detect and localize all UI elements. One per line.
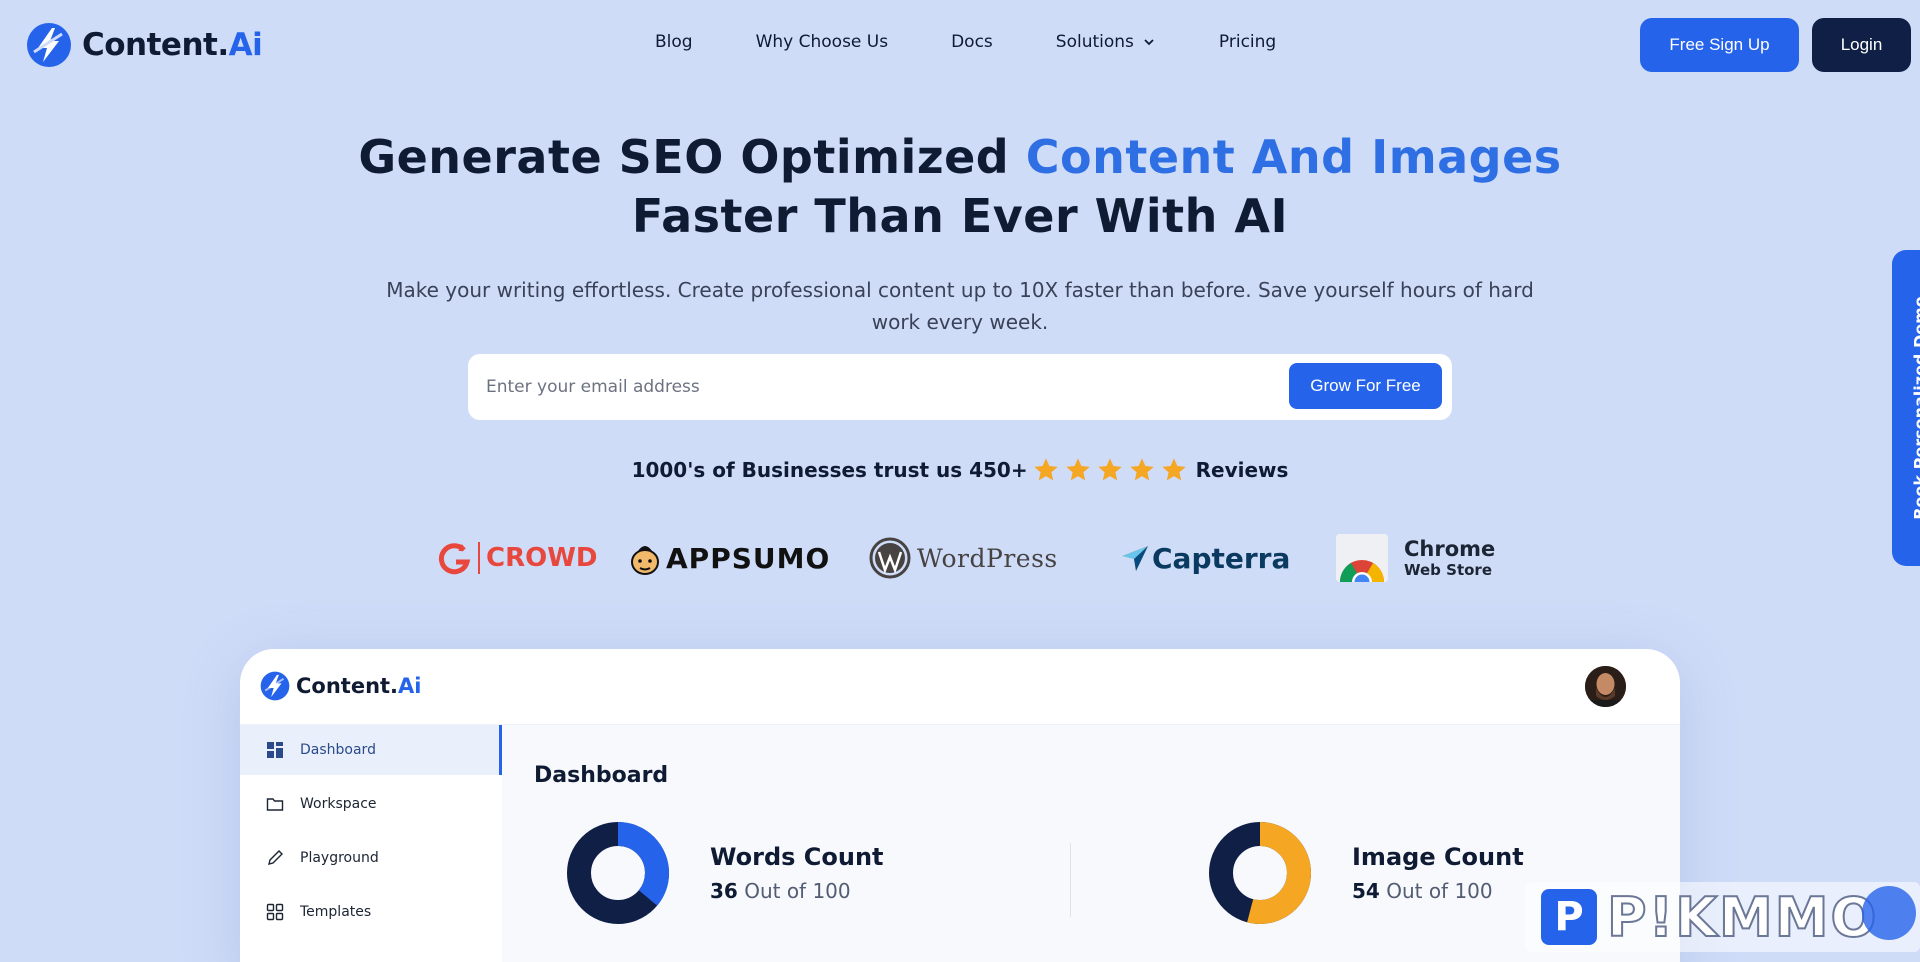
reviews-text: Reviews: [1195, 458, 1289, 482]
image-count-stat: Image Count 54 Out of 100: [1208, 821, 1524, 925]
image-count-number: 54: [1352, 879, 1380, 903]
dashboard-brand-main: Content.: [296, 674, 399, 698]
chrome-icon: [1336, 534, 1388, 582]
brand-name-accent: Ai: [228, 27, 263, 63]
appsumo-text: APPSUMO: [666, 541, 831, 575]
lightning-logo-icon: [27, 23, 71, 67]
chrome-text: Chrome: [1404, 537, 1496, 561]
email-signup-form: Grow For Free: [468, 354, 1452, 420]
image-count-suffix: Out of 100: [1386, 879, 1493, 903]
brand-logo[interactable]: Content.Ai: [26, 22, 263, 68]
lightning-logo-icon: [260, 671, 290, 701]
folder-icon: [266, 798, 284, 811]
stats-divider: [1070, 843, 1071, 917]
dashboard-brand-accent: Ai: [398, 674, 422, 698]
sidebar-item-label: Workspace: [300, 796, 377, 812]
capterra-arrow-icon: [1122, 546, 1148, 571]
star-icon: [1161, 458, 1186, 481]
image-count-value: 54 Out of 100: [1352, 879, 1524, 903]
hero-title: Generate SEO Optimized Content And Image…: [300, 128, 1620, 246]
chrome-web-store-logo: Chrome Web Store: [1336, 530, 1495, 586]
hero-subtitle: Make your writing effortless. Create pro…: [386, 278, 1534, 334]
chat-bubble-icon[interactable]: [1862, 886, 1916, 940]
brand-name: Content.Ai: [82, 27, 263, 63]
trust-text: 1000's of Businesses trust us 450+: [631, 458, 1028, 482]
grid-icon: [267, 742, 283, 758]
words-count-suffix: Out of 100: [744, 879, 851, 903]
dashboard-preview: Content.Ai Dashboard Workspace Playgroun…: [240, 649, 1680, 962]
free-signup-button[interactable]: Free Sign Up: [1640, 18, 1799, 72]
dashboard-main: Dashboard Words Count 36 Out of 100 Imag…: [502, 725, 1680, 962]
sidebar-item-label: Playground: [300, 850, 379, 866]
sidebar-item-playground[interactable]: Playground: [240, 833, 502, 883]
nav-blog[interactable]: Blog: [655, 32, 693, 52]
hero-title-pre: Generate SEO Optimized: [358, 130, 1026, 184]
star-icon: [1097, 458, 1122, 481]
star-icon: [1033, 458, 1058, 481]
main-nav: Blog Why Choose Us Docs Solutions Pricin…: [655, 32, 1339, 52]
hero-title-post: Faster Than Ever With AI: [631, 189, 1289, 243]
user-avatar[interactable]: [1585, 666, 1626, 707]
sumo-face-icon: [631, 546, 659, 575]
templates-icon: [266, 903, 284, 921]
brand-name-main: Content.: [82, 27, 229, 63]
partner-logos: 2 CROWD APPSUMO WordPress Capterra Chrom…: [0, 530, 1920, 590]
chevron-down-icon: [1144, 39, 1154, 46]
book-demo-tab[interactable]: Book Personalized Demo: [1892, 250, 1920, 566]
email-input[interactable]: [486, 370, 1266, 404]
nav-why-choose-us[interactable]: Why Choose Us: [756, 32, 889, 52]
words-count-donut: [567, 822, 669, 924]
chrome-store-icon: [1336, 534, 1388, 582]
g2-crowd-text: CROWD: [486, 543, 598, 573]
hero-title-highlight: Content And Images: [1025, 130, 1562, 184]
watermark-p-icon: P: [1541, 889, 1597, 945]
words-count-number: 36: [710, 879, 738, 903]
nav-solutions-label: Solutions: [1055, 32, 1134, 52]
watermark-text: P!KMMO: [1606, 885, 1879, 950]
words-count-info: Words Count 36 Out of 100: [710, 843, 884, 903]
appsumo-logo: APPSUMO: [630, 530, 830, 586]
site-header: Content.Ai Blog Why Choose Us Docs Solut…: [0, 0, 1920, 90]
rating-stars: [1032, 456, 1192, 484]
g2-icon: 2: [438, 543, 471, 575]
star-icon: [1065, 458, 1090, 481]
avatar-image-icon: [1585, 666, 1626, 707]
svg-text:2: 2: [458, 544, 464, 554]
image-count-label: Image Count: [1352, 843, 1524, 871]
watermark: P P!KMMO: [1525, 882, 1920, 952]
dashboard-logo: Content.Ai: [260, 671, 422, 701]
login-button[interactable]: Login: [1812, 18, 1911, 72]
capterra-logo: Capterra: [1120, 530, 1290, 586]
wordpress-icon: [869, 537, 911, 579]
nav-pricing[interactable]: Pricing: [1219, 32, 1276, 52]
star-icon: [1129, 458, 1154, 481]
g2-separator: [478, 542, 480, 574]
words-count-stat: Words Count 36 Out of 100: [566, 821, 884, 925]
words-count-label: Words Count: [710, 843, 884, 871]
words-count-value: 36 Out of 100: [710, 879, 884, 903]
wordpress-text: WordPress: [917, 543, 1058, 573]
pencil-icon: [268, 850, 283, 865]
chrome-store-text: Chrome Web Store: [1404, 537, 1495, 579]
sidebar-item-label: Dashboard: [300, 742, 376, 758]
image-count-info: Image Count 54 Out of 100: [1352, 843, 1524, 903]
nav-docs[interactable]: Docs: [951, 32, 993, 52]
web-store-text: Web Store: [1404, 561, 1492, 579]
nav-solutions[interactable]: Solutions: [1056, 32, 1156, 52]
dashboard-brand-name: Content.Ai: [296, 674, 422, 698]
capterra-text: Capterra: [1152, 541, 1291, 575]
g2-crowd-logo: 2 CROWD: [436, 530, 597, 586]
sidebar-item-dashboard[interactable]: Dashboard: [240, 725, 502, 775]
image-count-donut: [1209, 822, 1311, 924]
dashboard-title: Dashboard: [534, 763, 669, 788]
dashboard-topbar: Content.Ai: [240, 649, 1680, 725]
sidebar-item-templates[interactable]: Templates: [240, 887, 502, 937]
grow-for-free-button[interactable]: Grow For Free: [1289, 363, 1442, 409]
sidebar-item-workspace[interactable]: Workspace: [240, 779, 502, 829]
trust-line: 1000's of Businesses trust us 450+ Revie…: [560, 456, 1360, 484]
dashboard-sidebar: Dashboard Workspace Playground Templates: [240, 725, 502, 962]
book-demo-label: Book Personalized Demo: [1910, 296, 1920, 520]
wordpress-logo: WordPress: [869, 530, 1058, 586]
sidebar-item-label: Templates: [300, 904, 372, 920]
